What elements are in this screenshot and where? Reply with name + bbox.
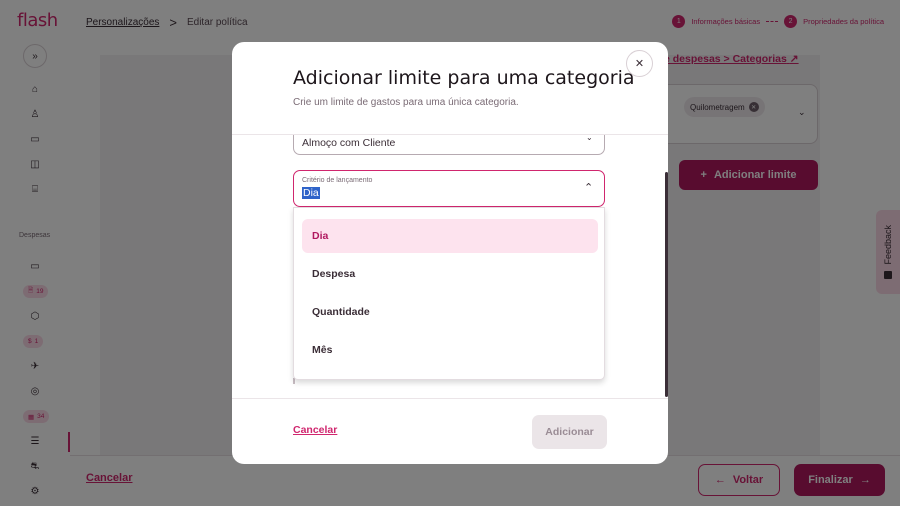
launch-criteria-label: Critério de lançamento: [302, 177, 373, 184]
modal-cancel-button[interactable]: Cancelar: [293, 424, 337, 436]
modal-body: Almoço com Cliente ⌄ Critério de lançame…: [232, 135, 668, 398]
footer-divider: [232, 398, 668, 399]
modal-subtitle: Crie um limite de gastos para uma única …: [293, 97, 519, 108]
option-dia[interactable]: Dia: [302, 219, 598, 253]
close-modal-button[interactable]: ✕: [626, 50, 653, 77]
launch-criteria-select[interactable]: Critério de lançamento Dia ⌃: [293, 170, 605, 207]
option-mes[interactable]: Mês: [302, 333, 598, 367]
option-despesa[interactable]: Despesa: [302, 257, 598, 291]
option-quantidade[interactable]: Quantidade: [302, 295, 598, 329]
launch-criteria-value[interactable]: Dia: [302, 187, 320, 199]
add-category-limit-modal: Adicionar limite para uma categoria Crie…: [232, 42, 668, 464]
category-value: Almoço com Cliente: [302, 137, 396, 149]
modal-scrollbar[interactable]: [665, 172, 668, 397]
criteria-dropdown: Dia Despesa Quantidade Mês: [293, 207, 605, 380]
modal-add-button[interactable]: Adicionar: [532, 415, 607, 449]
category-select[interactable]: Almoço com Cliente: [293, 135, 605, 155]
chevron-up-icon[interactable]: ⌃: [584, 181, 593, 194]
modal-title: Adicionar limite para uma categoria: [293, 67, 635, 89]
chevron-down-icon[interactable]: ⌄: [586, 135, 593, 142]
close-icon: ✕: [634, 58, 645, 70]
